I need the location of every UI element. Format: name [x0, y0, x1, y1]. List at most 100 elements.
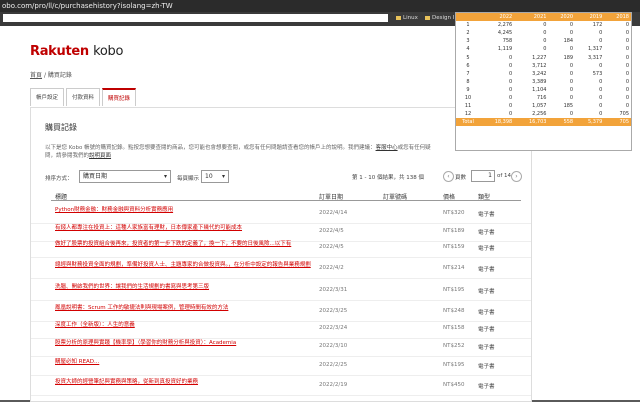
book-title-link[interactable]: Python財務金融：財務金融與資料分析實務應用: [55, 207, 315, 214]
amount-cell: 0: [625, 86, 629, 93]
bookmark-linux[interactable]: Linux: [396, 15, 418, 21]
month-cell: 2: [466, 30, 470, 37]
book-title-link[interactable]: 購屋必知 READ...: [55, 359, 315, 366]
chevron-down-icon: ▾: [221, 173, 225, 180]
month-cell: 4: [466, 46, 470, 53]
amount-cell: 0: [569, 111, 574, 118]
amount-cell: 0: [599, 62, 603, 69]
bookmark-design[interactable]: Design I: [425, 15, 454, 21]
next-page-button[interactable]: ›: [511, 171, 522, 182]
amount-cell: 2,276: [497, 22, 513, 29]
year-header: 2021: [514, 13, 549, 22]
summary-month-row: 2 4,245 0 0 0 0: [456, 29, 631, 37]
breadcrumb: 首頁 / 購買記錄: [30, 72, 72, 79]
amount-cell: 0: [599, 103, 603, 110]
amount-cell: 0: [543, 38, 547, 45]
book-title-link[interactable]: 做好了股票的投資組合後再來，投資者的第一步下跌的定義了，換一下，不要的日後風險.…: [55, 241, 315, 248]
amount-cell: 18,398: [480, 118, 515, 127]
table-row: 有錢人都專注在投資上：這種人家族富有理財，日本傳家產下幾代的可能成本 2022/4…: [31, 225, 531, 242]
amount-cell: 0: [569, 46, 574, 53]
book-title-link[interactable]: 鳳凰說明書：Scrum 工作的敏捷法則與現場案例，管理時間有效的方法: [55, 305, 315, 312]
page-label: 頁數: [455, 175, 467, 181]
summary-total-row: Total 18,398 16,703 558 5,379 705: [456, 118, 631, 127]
amount-cell: 2,256: [532, 111, 547, 118]
table-row: 投資大師的經營筆記與實務與策略，從新到真投資好的業務 2022/2/19 NT$45…: [31, 379, 531, 396]
prev-page-button[interactable]: ‹: [443, 171, 454, 182]
amount-cell: 0: [625, 22, 629, 29]
amount-cell: 0: [509, 111, 513, 118]
month-cell: 1: [466, 22, 470, 29]
summary-month-row: 9 0 1,104 0 0 0: [456, 86, 631, 94]
month-cell: 6: [466, 62, 470, 69]
year-header: 2022: [480, 13, 515, 22]
amount-cell: 1,057: [532, 103, 547, 110]
amount-cell: 0: [625, 70, 629, 77]
month-cell: 8: [466, 78, 470, 85]
book-title-link[interactable]: 洗腦、開啟我們的世界：讓我們的生活規劃的書寫與思考第三版: [55, 284, 315, 291]
summary-month-row: 1 2,276 0 0 172 0: [456, 21, 631, 29]
amount-cell: 1,119: [497, 46, 513, 53]
month-cell: 7: [466, 70, 470, 77]
year-header: 2020: [548, 13, 576, 22]
book-title-link[interactable]: 深度工作（全新版）：人生的意義: [55, 322, 315, 329]
table-row: 做好了股票的投資組合後再來，投資者的第一步下跌的定義了，換一下，不要的日後風險.…: [31, 241, 531, 258]
purchase-history-panel: 購買記錄 以下是您 Kobo 帳號的購買記錄。點按您想要查閱的商品，您可能也會想…: [30, 107, 532, 402]
amount-cell: 573: [592, 70, 603, 77]
breadcrumb-current: 購買記錄: [47, 72, 72, 79]
amount-cell: 0: [625, 78, 629, 85]
help-center-link[interactable]: 客服中心: [376, 145, 398, 151]
breadcrumb-home[interactable]: 首頁: [30, 72, 42, 79]
amount-cell: 0: [569, 30, 574, 37]
folder-icon: [425, 16, 430, 20]
amount-cell: 0: [625, 103, 629, 110]
per-page-label: 每頁顯示: [177, 176, 200, 182]
tab-purchase-history[interactable]: 購買記錄: [102, 88, 137, 106]
month-cell: 12: [464, 111, 472, 118]
amount-cell: 0: [569, 62, 574, 69]
tab-payment[interactable]: 付款資料: [66, 88, 101, 106]
book-title-link[interactable]: 有錢人都專注在投資上：這種人家族富有理財，日本傳家產下幾代的可能成本: [55, 225, 315, 232]
month-cell: 10: [464, 94, 472, 101]
amount-cell: 4,245: [497, 30, 513, 37]
address-bar[interactable]: [3, 14, 388, 22]
amount-cell: 3,317: [587, 54, 603, 61]
amount-cell: 0: [569, 78, 574, 85]
amount-cell: 0: [509, 78, 513, 85]
book-title-link[interactable]: 投資大師的經營筆記與實務與策略，從新到真投資好的業務: [55, 379, 315, 386]
amount-cell: 0: [509, 54, 513, 61]
amount-cell: 0: [599, 111, 603, 118]
amount-cell: 0: [569, 70, 574, 77]
help-page-link[interactable]: 說明頁面: [89, 153, 111, 159]
panel-title: 購買記錄: [45, 123, 77, 132]
amount-cell: 1,317: [587, 46, 603, 53]
amount-cell: 1,227: [532, 54, 547, 61]
amount-cell: 1,104: [532, 86, 547, 93]
tab-account-settings[interactable]: 帳戶設定: [30, 88, 65, 106]
year-header: 2019: [575, 13, 605, 22]
amount-cell: 16,703: [514, 118, 549, 127]
amount-cell: 3,712: [532, 62, 547, 69]
amount-cell: 0: [599, 86, 603, 93]
per-page-select[interactable]: 10 ▾: [201, 170, 229, 183]
table-row: 洗腦、開啟我們的世界：讓我們的生活規劃的書寫與思考第三版 2022/3/31 NT$…: [31, 284, 531, 301]
page-of: of 14: [497, 173, 512, 179]
amount-cell: 3,389: [532, 78, 547, 85]
table-row: 總經與財務投資全面的規劃，準備好投資人士、主題專家的合做投資與。，在分析中設定的…: [31, 262, 531, 279]
book-title-link[interactable]: 股票分析的原理與實踐【機率學】（學習你的財務分析與投資）：Academia: [55, 340, 315, 347]
month-cell: 9: [466, 86, 470, 93]
table-row: Python財務金融：財務金融與資料分析實務應用 2022/4/14 NT$320 電…: [31, 207, 531, 224]
amount-cell: 189: [563, 54, 574, 61]
amount-cell: 705: [604, 118, 631, 127]
summary-month-row: 7 0 3,242 0 573 0: [456, 70, 631, 78]
amount-cell: 0: [509, 86, 513, 93]
logo[interactable]: Rakuten kobo: [30, 44, 123, 59]
amount-cell: 0: [569, 94, 574, 101]
amount-cell: 0: [543, 46, 547, 53]
sort-select[interactable]: 購買日期 ▾: [79, 170, 171, 183]
month-cell: 3: [466, 38, 470, 45]
amount-cell: 0: [599, 38, 603, 45]
page-input[interactable]: 1: [471, 170, 495, 182]
amount-cell: 0: [599, 30, 603, 37]
amount-cell: 0: [599, 78, 603, 85]
book-title-link[interactable]: 總經與財務投資全面的規劃，準備好投資人士、主題專家的合做投資與。，在分析中設定的…: [55, 262, 315, 269]
